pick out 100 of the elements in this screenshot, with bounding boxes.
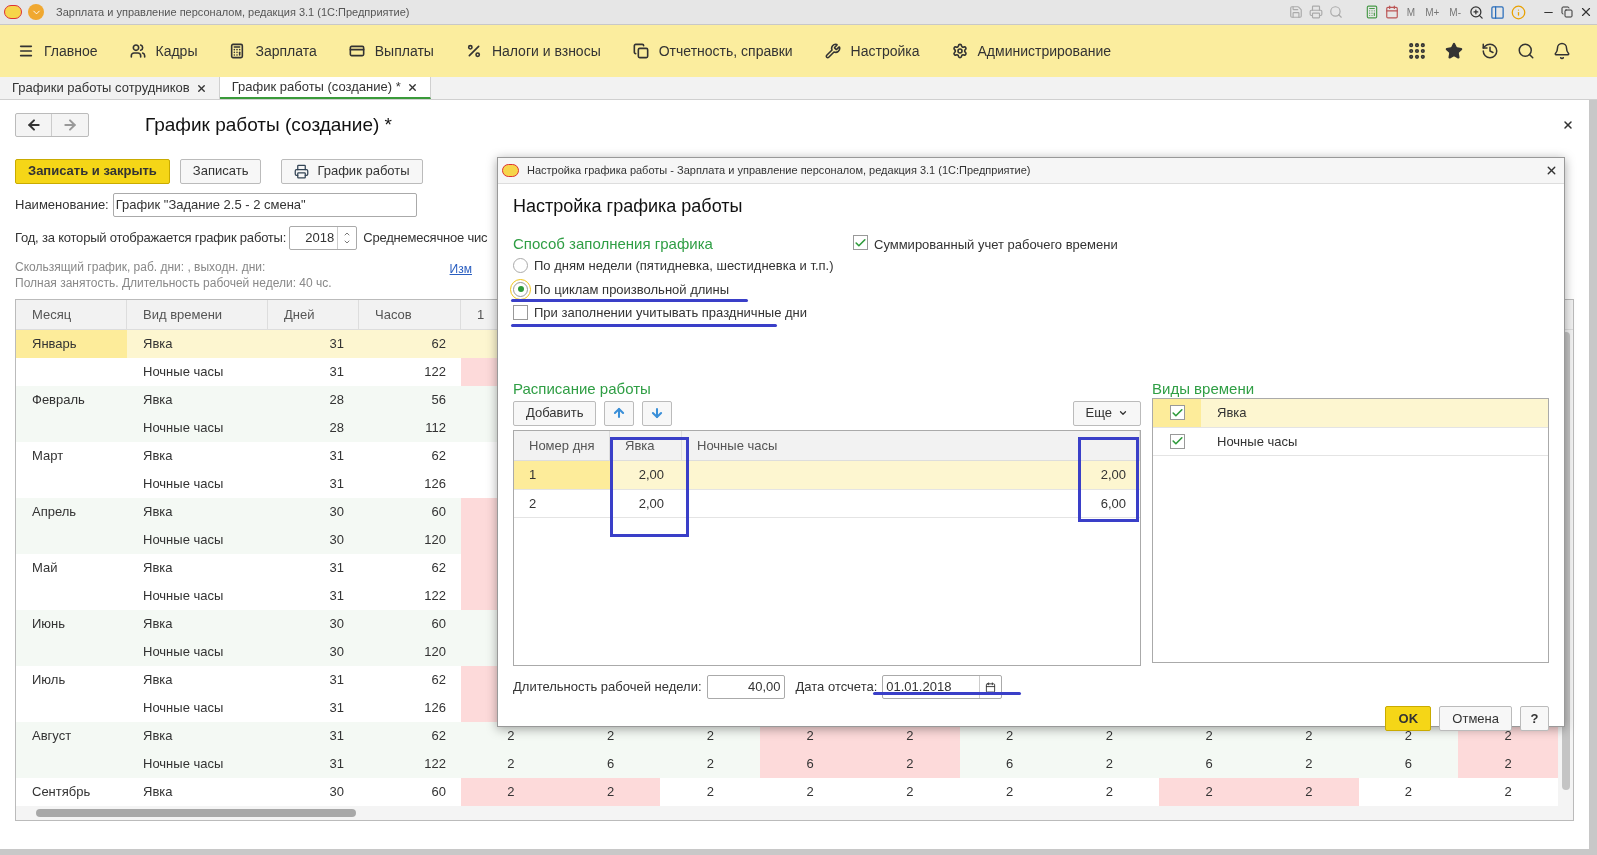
day-cell-text: 2	[1204, 727, 1214, 746]
table-cell-text: 31	[329, 671, 344, 690]
radio-button[interactable]	[513, 257, 528, 273]
list-item[interactable]: Ночные часы	[1153, 427, 1548, 456]
list-item-label: Ночные часы	[1217, 432, 1298, 451]
add-button[interactable]: Добавить	[513, 400, 597, 426]
list-item[interactable]: Явка	[1153, 399, 1548, 428]
close-icon[interactable]	[1562, 119, 1574, 131]
close-icon[interactable]	[1545, 164, 1558, 177]
column-header[interactable]: Часов	[359, 300, 461, 329]
table-cell-text: 122	[424, 363, 446, 382]
day-cell-text: 2	[1503, 783, 1513, 802]
tab[interactable]: Графики работы сотрудников	[0, 77, 220, 99]
save-icon[interactable]	[1288, 5, 1303, 19]
day-cell-text: 2	[606, 727, 616, 746]
memory-button[interactable]: M-	[1447, 4, 1463, 20]
bell-icon[interactable]	[1553, 42, 1571, 60]
caret-icon	[1118, 408, 1128, 418]
section-item[interactable]: Налоги и взносы	[465, 40, 601, 62]
table-cell-text: 31	[329, 587, 344, 606]
section-item[interactable]: Выплаты	[348, 40, 434, 62]
cancel-button[interactable]: Отмена	[1439, 706, 1512, 731]
table-row[interactable]: 2 2,00 6,00	[514, 489, 1140, 518]
day-cell-text: 2	[1304, 727, 1314, 746]
radio-button[interactable]	[513, 281, 528, 297]
column-header[interactable]: Ночные часы	[682, 431, 1140, 460]
memory-button[interactable]: M+	[1423, 4, 1442, 20]
week-field[interactable]: 40,00	[706, 675, 785, 699]
day-cell-text: 2	[705, 755, 715, 774]
star-icon[interactable]	[1445, 42, 1463, 60]
search-icon[interactable]	[1517, 42, 1535, 60]
column-header[interactable]: Явка	[610, 431, 682, 460]
ok-button[interactable]: OK	[1385, 706, 1432, 731]
table-cell-text: 126	[424, 699, 446, 718]
table-cell-text: Ночные часы	[143, 531, 224, 550]
memory-button[interactable]: M	[1404, 4, 1418, 20]
section-item[interactable]: Отчетность, справки	[632, 40, 793, 62]
zoom-icon[interactable]	[1469, 4, 1484, 20]
save-close-button[interactable]: Записать и закрыть	[15, 158, 170, 184]
help-button[interactable]: ?	[1520, 706, 1549, 731]
table-cell-text: Явка	[143, 671, 173, 690]
column-header[interactable]: Вид времени	[127, 300, 268, 329]
column-header[interactable]: Номер дня	[514, 431, 610, 460]
apps-icon[interactable]	[1407, 41, 1427, 61]
info-text: Полная занятость. Длительность рабочей недели: 40 чс.	[15, 275, 332, 291]
day-cell-text: 6	[1204, 755, 1214, 774]
name-field[interactable]: График "Задание 2.5 - 2 смена"	[112, 193, 417, 217]
table-cell-text: 30	[329, 783, 344, 802]
column-header[interactable]: 1	[477, 304, 485, 325]
panel-icon[interactable]	[1490, 4, 1505, 20]
restore-icon[interactable]	[1561, 6, 1573, 18]
section-item[interactable]: Кадры	[129, 40, 198, 62]
year-field[interactable]: 2018	[289, 226, 358, 250]
table-cell-text: 62	[431, 335, 446, 354]
table-cell-text: Явка	[143, 783, 173, 802]
save-button[interactable]: Записать	[179, 158, 262, 184]
table-cell-text: Ночные часы	[143, 643, 224, 662]
close-icon[interactable]	[195, 82, 207, 94]
table-cell-text: Май	[32, 559, 58, 578]
tab[interactable]: График работы (создание) *	[219, 77, 431, 99]
checkbox[interactable]	[853, 235, 868, 250]
table-row[interactable]: Ночные часы 31 122 2 6 2 6 2 6 2 6 2 6 2	[16, 750, 1558, 778]
section-item[interactable]: Зарплата	[229, 40, 317, 62]
day-cell: 2	[1458, 750, 1559, 778]
table-row[interactable]: 1 2,00 2,00	[514, 461, 1140, 490]
table-cell-text: Март	[32, 447, 64, 466]
move-down-button[interactable]	[642, 400, 673, 426]
table-cell-text: Явка	[143, 559, 173, 578]
change-link[interactable]: Изм	[449, 261, 472, 291]
day-cell-text: 2	[506, 727, 516, 746]
checkbox[interactable]	[1169, 433, 1185, 449]
checkbox[interactable]	[513, 304, 528, 320]
field-label: Год, за который отображается график работы:	[15, 229, 287, 248]
section-item[interactable]: Главное	[18, 40, 98, 62]
table-cell-text: 30	[329, 531, 344, 550]
history-icon[interactable]	[1481, 42, 1499, 60]
section-item[interactable]: Настройка	[824, 40, 920, 62]
column-header[interactable]: Дней	[268, 300, 359, 329]
day-cell-text: 2	[1104, 783, 1114, 802]
info-text: Скользящий график, раб. дни: , выходн. дни:	[15, 259, 267, 275]
horizontal-scrollbar[interactable]	[16, 806, 1573, 820]
table-cell-text: 60	[431, 783, 446, 802]
table-cell-text: 31	[329, 363, 344, 382]
menu-icon	[18, 43, 34, 59]
table-cell-text: 2	[529, 494, 537, 513]
print-button[interactable]: График работы	[281, 158, 423, 184]
section-item[interactable]: Администрирование	[951, 40, 1111, 62]
table-cell-text: 112	[425, 419, 446, 438]
close-icon[interactable]	[406, 81, 418, 93]
table-cell-text: 31	[329, 755, 344, 774]
calendar-icon[interactable]	[985, 681, 997, 693]
day-cell-text: 6	[1004, 755, 1015, 774]
more-button[interactable]: Еще	[1072, 400, 1141, 426]
column-header[interactable]: Месяц	[16, 300, 127, 329]
table-cell-text: 62	[431, 559, 446, 578]
printer-icon[interactable]	[1308, 5, 1323, 19]
close-icon[interactable]	[1579, 5, 1593, 19]
checkbox[interactable]	[1169, 405, 1185, 421]
calculator-icon[interactable]	[1364, 5, 1379, 19]
move-up-button[interactable]	[604, 400, 635, 426]
